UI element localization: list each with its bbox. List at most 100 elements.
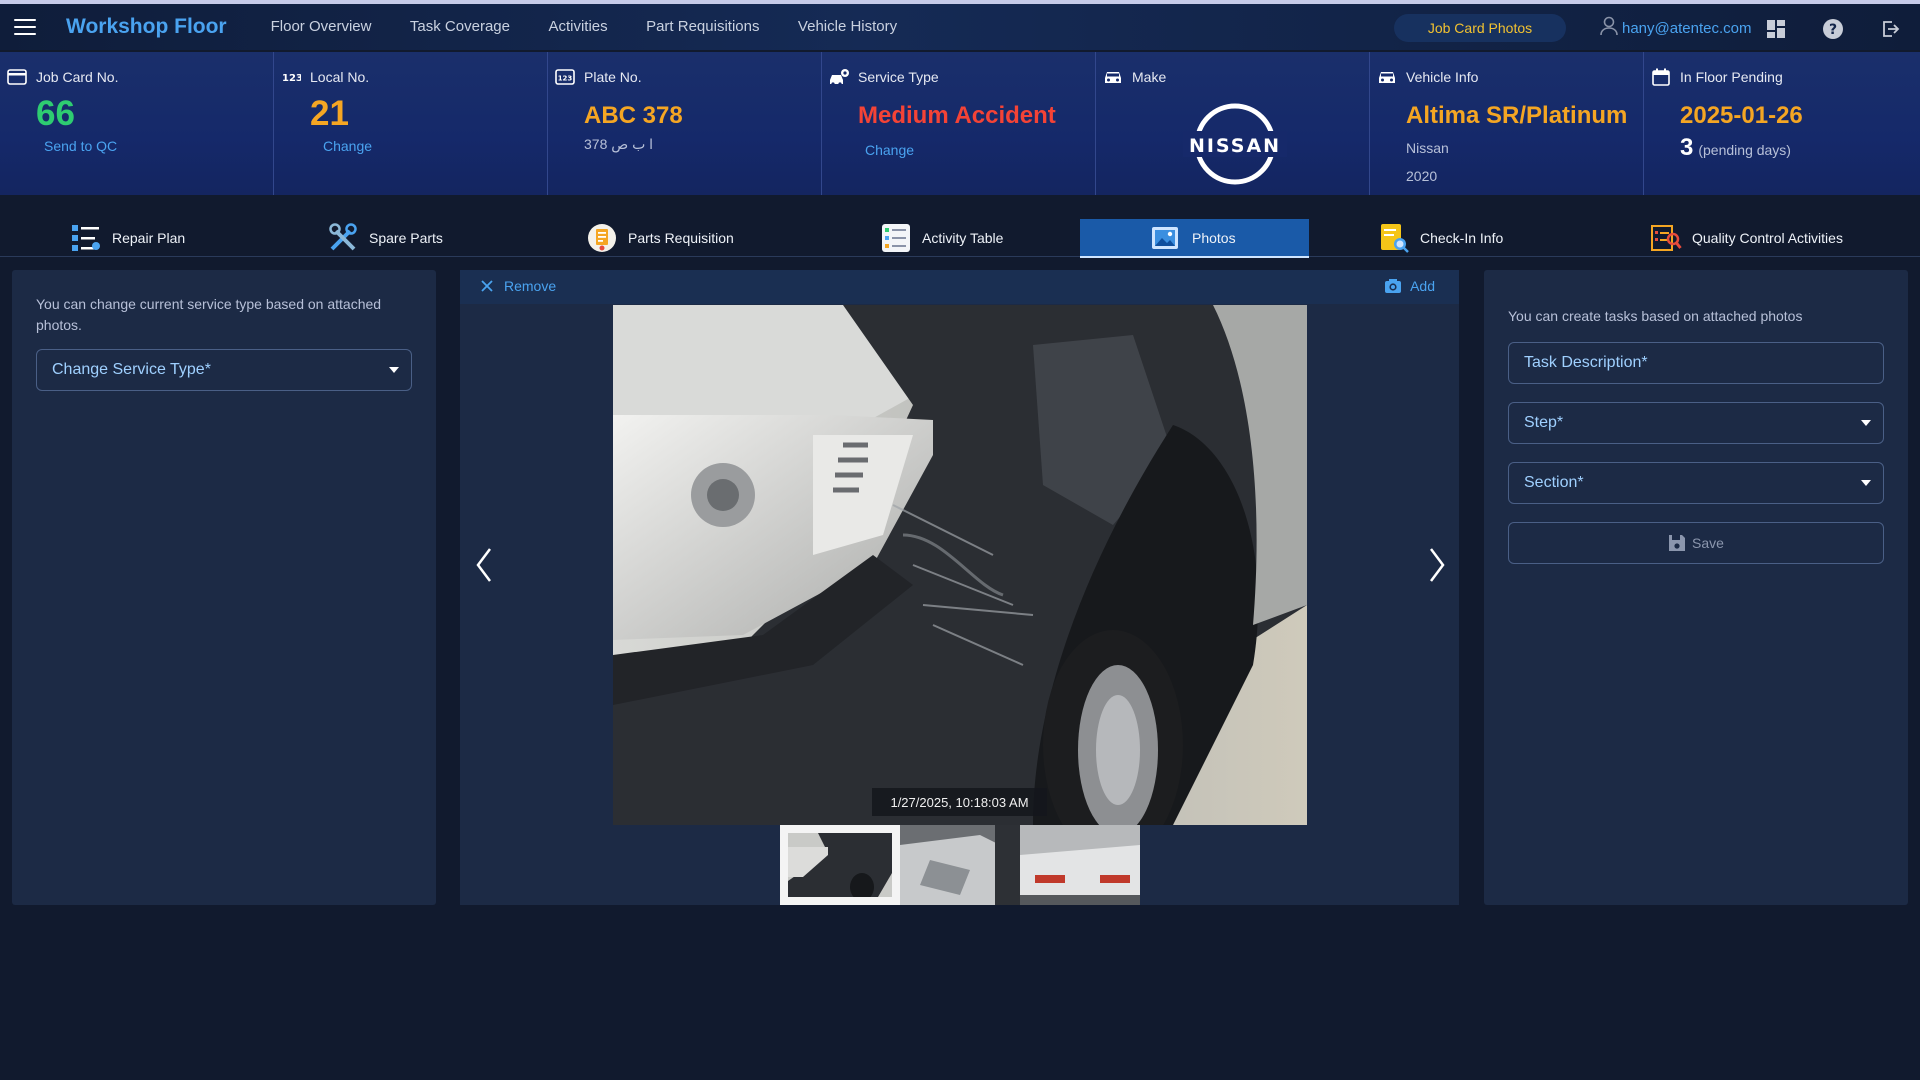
pending-days-label: (pending days) — [1698, 142, 1791, 158]
step-select[interactable]: Step* — [1508, 402, 1884, 444]
remove-label: Remove — [504, 278, 557, 294]
numbers-icon: 123 — [280, 68, 302, 86]
nav-task-coverage[interactable]: Task Coverage — [410, 18, 510, 35]
add-label: Add — [1410, 278, 1435, 294]
spare-parts-icon — [327, 222, 359, 254]
logout-icon[interactable] — [1878, 17, 1902, 41]
job-card-photos-button[interactable]: Job Card Photos — [1394, 14, 1566, 42]
remove-photo-button[interactable]: Remove — [480, 278, 556, 294]
make-logo: NISSAN — [1183, 101, 1287, 187]
dashboard-icon[interactable] — [1764, 17, 1788, 41]
tab-spare-parts[interactable]: Spare Parts — [327, 219, 443, 257]
tab-label: Check-In Info — [1420, 230, 1504, 246]
card-make: Make NISSAN — [1096, 52, 1370, 195]
tab-bar: Repair Plan Spare Parts Parts Requisitio… — [0, 219, 1920, 258]
send-to-qc-link[interactable]: Send to QC — [44, 138, 273, 154]
plate-number-arabic: 378 ا ب ص — [584, 136, 654, 152]
local-no-label: Local No. — [310, 69, 370, 85]
card-service-type: Service Type Medium Accident Change — [822, 52, 1096, 195]
nav-vehicle-history[interactable]: Vehicle History — [798, 18, 897, 35]
job-card-summary: Job Card No. 66 Send to QC 123 Local No.… — [0, 52, 1920, 195]
job-card-label: Job Card No. — [36, 69, 119, 85]
photo-toolbar: Remove Add — [460, 270, 1459, 304]
main-photo — [613, 305, 1307, 825]
user-menu[interactable]: hany@atentec.com — [1600, 16, 1751, 40]
task-description-input[interactable]: Task Description* — [1508, 342, 1884, 384]
save-button[interactable]: Save — [1508, 522, 1884, 564]
thumbnail-1[interactable] — [780, 825, 900, 905]
camera-icon — [1385, 279, 1402, 293]
tab-repair-plan[interactable]: Repair Plan — [70, 219, 185, 257]
create-task-panel: You can create tasks based on attached p… — [1484, 270, 1908, 905]
tab-parts-requisition[interactable]: Parts Requisition — [586, 219, 734, 257]
nav-activities[interactable]: Activities — [548, 18, 607, 35]
vehicle-brand: Nissan — [1406, 140, 1449, 156]
add-photo-button[interactable]: Add — [1384, 278, 1435, 294]
close-icon — [481, 280, 493, 292]
main-nav: Floor Overview Task Coverage Activities … — [271, 18, 932, 36]
vehicle-year: 2020 — [1406, 168, 1438, 184]
parts-requisition-icon — [586, 222, 618, 254]
menu-icon[interactable] — [14, 19, 36, 35]
nav-part-requisitions[interactable]: Part Requisitions — [646, 18, 759, 35]
pending-days-count: 3 — [1680, 134, 1694, 161]
plate-no-label: Plate No. — [584, 69, 642, 85]
chevron-right-icon[interactable] — [1425, 545, 1449, 585]
plate-number: ABC 378 — [584, 102, 683, 129]
chevron-down-icon — [1861, 480, 1871, 486]
user-email: hany@atentec.com — [1622, 19, 1752, 37]
photos-icon — [1150, 222, 1182, 254]
svg-text:123: 123 — [558, 75, 573, 83]
thumbnail-3[interactable] — [1020, 825, 1140, 905]
chevron-down-icon — [1861, 420, 1871, 426]
change-service-link[interactable]: Change — [865, 142, 1095, 158]
repair-plan-icon — [70, 222, 102, 254]
help-icon[interactable]: ? — [1821, 17, 1845, 41]
app-title: Workshop Floor — [66, 15, 227, 38]
tab-label: Spare Parts — [369, 230, 443, 246]
in-floor-pending-label: In Floor Pending — [1680, 69, 1783, 85]
vehicle-model: Altima SR/Platinum — [1406, 102, 1628, 129]
pending-date: 2025-01-26 — [1680, 102, 1803, 129]
photo-thumbnails — [780, 825, 1140, 905]
job-card-number: 66 — [36, 94, 75, 133]
tab-label: Quality Control Activities — [1692, 230, 1843, 246]
create-task-hint: You can create tasks based on attached p… — [1508, 308, 1803, 324]
field-label: Section* — [1524, 474, 1584, 491]
tab-check-in-info[interactable]: Check-In Info — [1378, 219, 1503, 257]
calendar-icon — [1650, 68, 1672, 86]
tab-label: Repair Plan — [112, 230, 186, 246]
check-in-icon — [1378, 222, 1410, 254]
tab-label: Parts Requisition — [628, 230, 734, 246]
plate-icon: 123 — [554, 68, 576, 86]
credit-card-icon — [6, 68, 28, 86]
user-icon — [1600, 16, 1618, 40]
thumbnail-2[interactable] — [900, 825, 1020, 905]
car-service-icon — [828, 68, 850, 86]
photo-timestamp: 1/27/2025, 10:18:03 AM — [872, 788, 1047, 816]
card-in-floor-pending: In Floor Pending 2025-01-26 3 (pending d… — [1644, 52, 1918, 195]
nav-floor-overview[interactable]: Floor Overview — [271, 18, 372, 35]
chevron-down-icon — [389, 367, 399, 373]
tab-label: Photos — [1192, 230, 1236, 246]
tab-activity-table[interactable]: Activity Table — [880, 219, 1003, 257]
field-label: Step* — [1524, 414, 1564, 431]
section-select[interactable]: Section* — [1508, 462, 1884, 504]
change-service-type-select[interactable]: Change Service Type* — [36, 349, 412, 391]
make-logo-text: NISSAN — [1189, 135, 1281, 157]
field-label: Task Description* — [1524, 354, 1648, 371]
chevron-left-icon[interactable] — [472, 545, 496, 585]
app-bar: Workshop Floor Floor Overview Task Cover… — [0, 4, 1920, 50]
tab-quality-control[interactable]: Quality Control Activities — [1650, 219, 1843, 257]
svg-text:123: 123 — [282, 73, 301, 83]
service-type-hint: You can change current service type base… — [36, 296, 382, 333]
activity-table-icon — [880, 222, 912, 254]
change-local-link[interactable]: Change — [323, 138, 547, 154]
service-type-panel: You can change current service type base… — [12, 270, 436, 905]
local-number: 21 — [310, 94, 349, 133]
quality-control-icon — [1650, 222, 1682, 254]
save-label: Save — [1692, 535, 1724, 551]
tab-photos[interactable]: Photos — [1080, 219, 1309, 258]
svg-text:?: ? — [1829, 22, 1837, 38]
card-vehicle-info: Vehicle Info Altima SR/Platinum Nissan 2… — [1370, 52, 1644, 195]
